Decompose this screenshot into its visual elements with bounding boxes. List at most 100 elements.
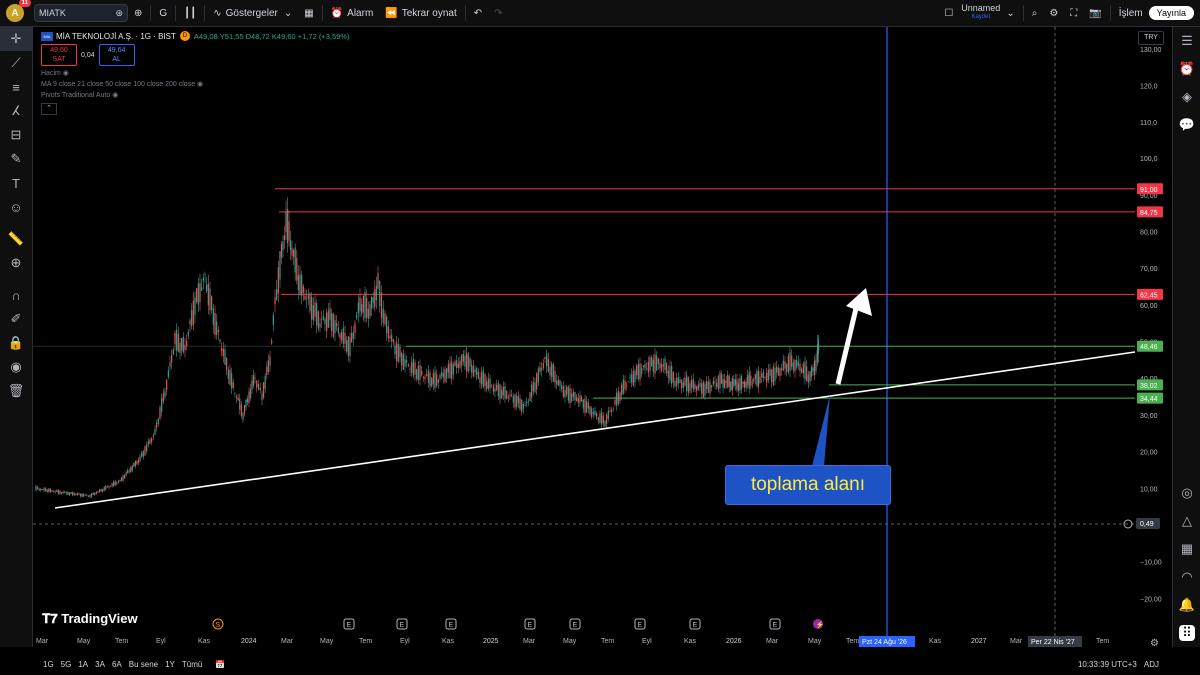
- publish-button[interactable]: Yayınla: [1148, 6, 1194, 20]
- eye-icon[interactable]: ◉: [112, 92, 118, 99]
- currency-selector[interactable]: TRY: [1138, 31, 1164, 45]
- alert-button[interactable]: ⏰ Alarm: [325, 0, 380, 26]
- eye-icon[interactable]: ◉: [197, 81, 203, 88]
- price-chart[interactable]: 130,00120,0110,0100,090,0080,0070,0060,0…: [33, 27, 1172, 651]
- user-avatar[interactable]: A 11: [6, 0, 31, 22]
- candle-body: [592, 412, 594, 415]
- chat-button[interactable]: 💬: [1173, 111, 1200, 139]
- quick-search-button[interactable]: ⌕: [1026, 0, 1044, 26]
- object-tree-button[interactable]: ◈: [1173, 83, 1200, 111]
- candle-body: [361, 303, 363, 314]
- candle-body: [761, 373, 763, 378]
- fib-tool[interactable]: ≡: [0, 75, 32, 99]
- candle-body: [499, 384, 501, 400]
- adj-toggle[interactable]: ADJ: [1144, 660, 1159, 669]
- time-highlight-label: Per 22 Nis '27: [1031, 639, 1075, 646]
- notifications-button[interactable]: 🔔: [1173, 591, 1200, 619]
- brush-tool[interactable]: ✎: [0, 147, 32, 171]
- event-marker-label: S: [216, 622, 221, 629]
- candle-body: [602, 415, 604, 424]
- range-3a[interactable]: 3A: [95, 660, 105, 669]
- candle-body: [794, 359, 796, 372]
- redo-button[interactable]: ↷: [488, 0, 508, 26]
- candle-body: [517, 396, 519, 404]
- candle-body: [699, 383, 701, 387]
- crosshair-tool[interactable]: ✛: [0, 27, 32, 51]
- text-tool[interactable]: T: [0, 171, 32, 195]
- candle-body: [687, 377, 689, 393]
- snapshot-button[interactable]: 📷: [1083, 0, 1107, 26]
- candle-body: [604, 420, 606, 427]
- stay-drawing-tool[interactable]: ✐: [0, 307, 32, 331]
- templates-button[interactable]: ▦: [298, 0, 319, 26]
- undo-button[interactable]: ↶: [468, 0, 488, 26]
- lock-tool[interactable]: 🔒: [0, 331, 32, 355]
- clock-display[interactable]: 10:33:39 UTC+3: [1078, 660, 1137, 669]
- hide-tool[interactable]: ◉: [0, 355, 32, 379]
- candle-body: [725, 381, 727, 384]
- time-axis-label: Eyl: [400, 638, 410, 645]
- indicator-pivots[interactable]: Pivots Traditional Auto ◉: [41, 91, 350, 99]
- add-symbol-button[interactable]: ⊕: [128, 0, 148, 26]
- candle-body: [496, 384, 498, 390]
- trade-button[interactable]: İşlem: [1113, 0, 1149, 26]
- candle-body: [449, 362, 451, 378]
- ohlc-open: A49,08: [193, 31, 218, 41]
- range-1y[interactable]: 1Y: [165, 660, 175, 669]
- candle-body: [689, 383, 691, 392]
- indicator-volume[interactable]: Hacim ◉: [41, 69, 350, 77]
- buy-button[interactable]: 49,64 AL: [98, 44, 135, 66]
- symbol-menu-icon[interactable]: ⊛: [115, 8, 123, 19]
- eye-icon[interactable]: ◉: [63, 70, 69, 77]
- indicators-icon: ∿: [213, 7, 222, 19]
- target-arrow-shaft: [835, 299, 861, 385]
- magnet-tool[interactable]: ∩: [0, 283, 32, 307]
- icon-tool[interactable]: ☺: [0, 195, 32, 219]
- range-5g[interactable]: 5G: [61, 660, 72, 669]
- range-6a[interactable]: 6A: [112, 660, 122, 669]
- range-all[interactable]: Tümü: [182, 660, 202, 669]
- technicals-button[interactable]: ◎: [1173, 479, 1200, 507]
- candle-body: [494, 388, 496, 392]
- candle-body: [70, 491, 72, 494]
- candle-body: [611, 409, 613, 413]
- fib-retracement-icon: ≡: [12, 79, 20, 95]
- news-button[interactable]: ◠: [1173, 563, 1200, 591]
- drawing-toolbar: ✛ ⟋ ≡ ⵃ ⊟ ✎ T ☺ 📏 ⊕ ∩ ✐ 🔒 ◉ 🗑: [0, 27, 33, 647]
- annotation-callout[interactable]: toplama alanı: [725, 465, 891, 505]
- settings-button[interactable]: ⚙: [1043, 0, 1064, 26]
- watchlist-button[interactable]: ☰: [1173, 27, 1200, 55]
- candle-body: [431, 377, 433, 387]
- chart-type-button[interactable]: ┃┃: [178, 0, 202, 26]
- range-1a[interactable]: 1A: [78, 660, 88, 669]
- range-ytd[interactable]: Bu sene: [129, 660, 158, 669]
- candle-body: [546, 353, 548, 367]
- replay-button[interactable]: ⏪ Tekrar oynat: [379, 0, 462, 26]
- calendar-button[interactable]: ▦: [1173, 535, 1200, 563]
- sell-button[interactable]: 49,60 SAT: [41, 44, 77, 66]
- candle-body: [97, 491, 99, 493]
- layout-selector[interactable]: ☐ Unnamed Kaydet ⌄: [938, 0, 1020, 26]
- ideas-button[interactable]: △: [1173, 507, 1200, 535]
- range-1g[interactable]: 1G: [43, 660, 54, 669]
- fullscreen-button[interactable]: ⛶: [1064, 0, 1083, 26]
- candle-body: [424, 376, 426, 380]
- price-axis-label: 60,00: [1140, 303, 1158, 310]
- pattern-tool[interactable]: ⵃ: [0, 99, 32, 123]
- delete-tool[interactable]: 🗑: [0, 379, 32, 403]
- zoom-tool[interactable]: ⊕: [0, 251, 32, 275]
- candle-body: [411, 362, 413, 373]
- interval-button[interactable]: G: [153, 0, 173, 26]
- ruler-tool[interactable]: 📏: [0, 227, 32, 251]
- more-apps-button[interactable]: ⠿: [1173, 619, 1200, 647]
- candle-body: [189, 320, 191, 325]
- indicator-ma[interactable]: MA 9 close 21 close 50 close 100 close 2…: [41, 80, 350, 88]
- indicators-button[interactable]: ∿ Göstergeler ⌄: [207, 0, 298, 26]
- prediction-tool[interactable]: ⊟: [0, 123, 32, 147]
- alerts-panel-button[interactable]: ⏰: [1173, 55, 1200, 83]
- date-range-icon[interactable]: 📅: [215, 660, 225, 669]
- collapse-legend-button[interactable]: ⌃: [41, 103, 57, 115]
- symbol-search-input[interactable]: MIATK ⊛: [34, 4, 128, 22]
- trendline-tool[interactable]: ⟋: [0, 51, 32, 75]
- candle-body: [366, 297, 368, 318]
